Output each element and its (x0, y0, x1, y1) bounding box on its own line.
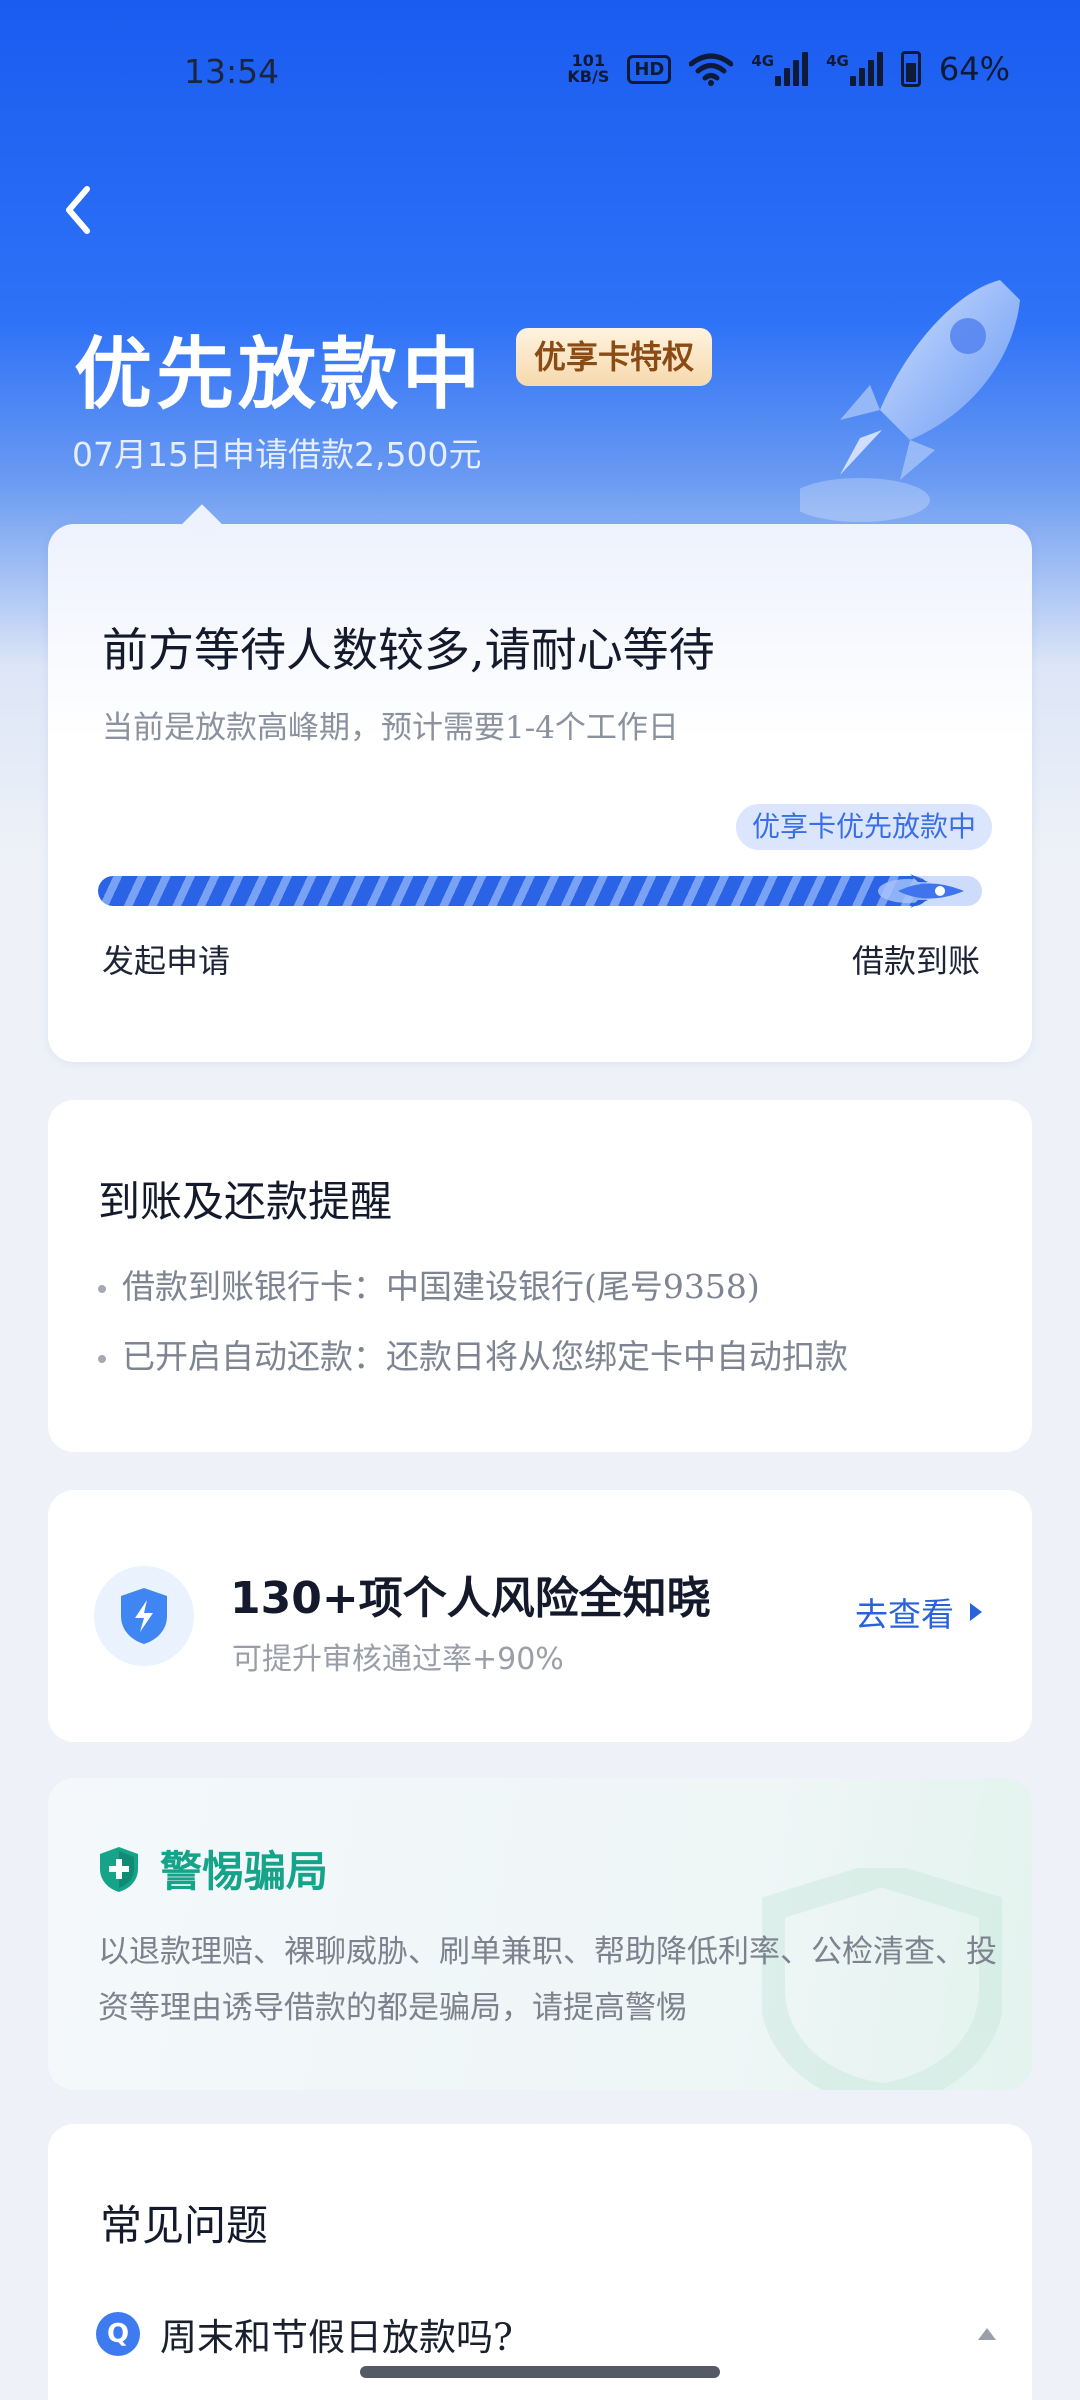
reminder-item: 已开启自动还款：还款日将从您绑定卡中自动扣款 (98, 1330, 848, 1378)
progress-title: 前方等待人数较多,请耐心等待 (102, 623, 715, 677)
reminder-item-text: 借款到账银行卡：中国建设银行(尾号9358) (122, 1267, 760, 1306)
step-start-label: 发起申请 (102, 942, 231, 980)
faq-item[interactable]: Q 周末和节假日放款吗? (96, 2304, 996, 2364)
back-button[interactable] (48, 180, 108, 240)
progress-rocket-icon (878, 874, 964, 908)
sim2-type: 4G (826, 52, 849, 70)
rocket-illustration (800, 280, 1020, 522)
application-summary: 07月15日申请借款2,500元 (72, 435, 482, 474)
risk-subtitle: 可提升审核通过率+90% (232, 1642, 564, 1677)
chevron-up-icon[interactable] (978, 2328, 996, 2340)
reminder-card: 到账及还款提醒 借款到账银行卡：中国建设银行(尾号9358) 已开启自动还款：还… (48, 1100, 1032, 1452)
battery-icon (900, 51, 921, 87)
status-icons: 101 KB/S HD 4G 4G 64% (567, 50, 1010, 88)
risk-icon-container (94, 1566, 194, 1666)
signal-sim1-icon: 4G (751, 52, 809, 86)
chevron-left-icon (66, 186, 90, 234)
question-badge-icon: Q (96, 2312, 140, 2356)
bullet-dot (98, 1285, 106, 1293)
progress-subtitle: 当前是放款高峰期，预计需要1-4个工作日 (102, 710, 679, 746)
faq-card: 常见问题 Q 周末和节假日放款吗? (48, 2124, 1032, 2400)
fraud-title: 警惕骗局 (160, 1847, 329, 1896)
faq-question-text: 周末和节假日放款吗? (160, 2316, 513, 2359)
arrow-right-icon (970, 1603, 982, 1621)
risk-report-card[interactable]: 130+项个人风险全知晓 可提升审核通过率+90% 去查看 (48, 1490, 1032, 1742)
risk-title: 130+项个人风险全知晓 (230, 1573, 711, 1624)
signal-sim2-icon: 4G (826, 52, 883, 86)
progress-bar-fill (98, 876, 929, 906)
network-speed: 101 KB/S (567, 53, 609, 85)
sim1-type: 4G (751, 52, 775, 70)
battery-percent: 64% (938, 50, 1010, 88)
wifi-icon (689, 53, 734, 86)
page-title: 优先放款中 (74, 329, 485, 420)
status-time: 13:54 (184, 52, 280, 91)
network-speed-unit: KB/S (567, 67, 610, 86)
priority-tag: 优享卡优先放款中 (735, 804, 992, 850)
status-bar: 13:54 101 KB/S HD 4G 4G 64% (0, 0, 1080, 140)
privilege-badge: 优享卡特权 (516, 328, 713, 386)
faq-title: 常见问题 (100, 2201, 269, 2250)
view-risk-link[interactable]: 去查看 (855, 1588, 982, 1636)
reminder-item-text: 已开启自动还款：还款日将从您绑定卡中自动扣款 (122, 1337, 848, 1376)
bullet-dot (98, 1355, 106, 1363)
reminder-title: 到账及还款提醒 (98, 1177, 393, 1226)
view-risk-label: 去查看 (855, 1595, 954, 1634)
loan-progress-card: 前方等待人数较多,请耐心等待 当前是放款高峰期，预计需要1-4个工作日 优享卡优… (48, 524, 1032, 1062)
step-end-label: 借款到账 (851, 942, 980, 980)
shield-bolt-icon (121, 1588, 167, 1644)
reminder-item: 借款到账银行卡：中国建设银行(尾号9358) (98, 1260, 760, 1308)
hd-icon: HD (627, 54, 672, 84)
fraud-header: 警惕骗局 (98, 1838, 328, 1899)
fraud-warning-card: 警惕骗局 以退款理赔、裸聊威胁、刷单兼职、帮助降低利率、公检清查、投资等理由诱导… (48, 1778, 1032, 2090)
fraud-body: 以退款理赔、裸聊威胁、刷单兼职、帮助降低利率、公检清查、投资等理由诱导借款的都是… (98, 1934, 997, 2026)
progress-bar (98, 876, 982, 906)
home-indicator[interactable] (360, 2366, 720, 2378)
shield-check-icon (100, 1846, 138, 1892)
